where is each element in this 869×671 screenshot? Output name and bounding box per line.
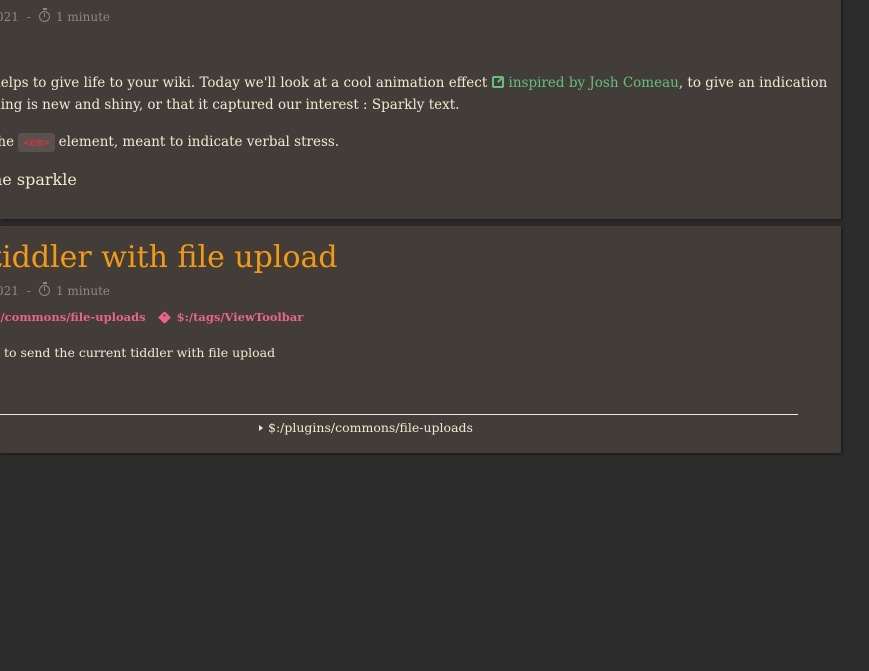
tiddler-paragraph: hing is new and shiny, or that it captur… [0,97,460,113]
tiddler-meta: 021 - 1 minute [0,7,111,24]
paragraph-text: the [0,134,15,150]
tiddler-paragraph: helps to give life to your wiki. Today w… [0,72,827,94]
tag-list: s/commons/file-uploads $:/tags/ViewToolb… [0,310,303,324]
plugin-disclosure-link[interactable]: $:/plugins/commons/file-uploads [259,420,473,435]
external-link-icon [491,76,504,88]
tag-file-uploads[interactable]: s/commons/file-uploads [0,310,146,324]
tiddler-date: 021 [0,10,19,24]
disclosure-triangle-icon [259,424,263,431]
paragraph-text: element, meant to indicate verbal stress… [58,134,340,150]
plugin-link-label: $:/plugins/commons/file-uploads [268,420,473,435]
josh-comeau-link[interactable]: inspired by Josh Comeau [509,75,679,91]
clock-icon [38,281,50,296]
tag-label: $:/tags/ViewToolbar [176,310,304,324]
tiddler-card-file-upload: tiddler with file upload 021 - 1 minute … [0,226,841,453]
tag-view-toolbar[interactable]: $:/tags/ViewToolbar [157,310,304,324]
meta-separator: - [26,10,31,24]
tiddler-card-sparkly-text: … 021 - 1 minute helps to give life to y… [0,0,841,219]
section-heading: he sparkle [0,170,77,189]
meta-separator: - [26,284,31,298]
tiddler-date: 021 [0,284,19,298]
tiddler-title[interactable]: … [0,0,20,1]
tiddler-paragraph: n to send the current tiddler with file … [0,345,276,360]
read-time: 1 minute [55,10,111,24]
tag-icon [157,310,171,324]
tiddler-meta: 021 - 1 minute [0,281,111,298]
tiddler-paragraph: the<em>element, meant to indicate verbal… [0,131,339,154]
read-time: 1 minute [55,284,111,298]
divider [0,414,798,415]
tag-label: s/commons/file-uploads [0,310,146,324]
tiddler-title[interactable]: tiddler with file upload [0,240,338,275]
clock-icon [38,7,50,22]
paragraph-text: helps to give life to your wiki. Today w… [0,75,488,91]
paragraph-text: , to give an indication [678,75,828,91]
inline-code-em: <em> [18,133,55,152]
